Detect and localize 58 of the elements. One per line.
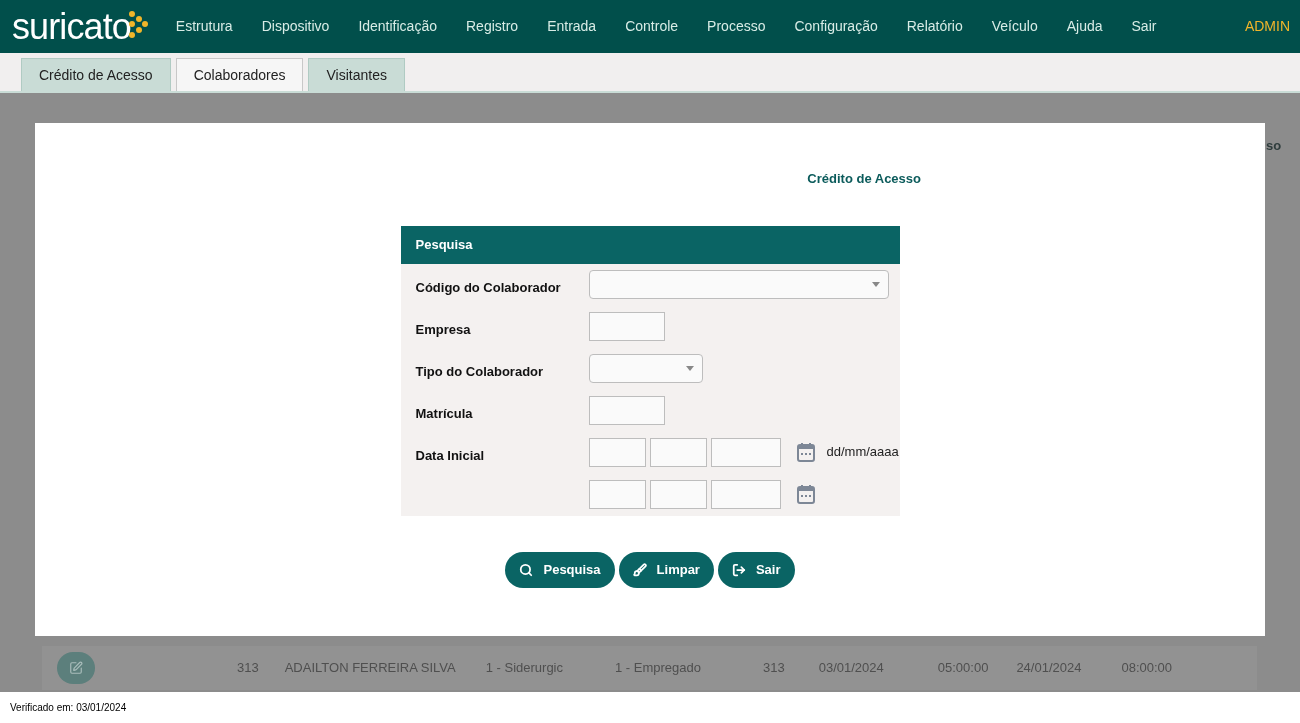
menu-link[interactable]: Configuração [794,16,878,37]
input-field[interactable] [588,479,646,509]
menu-link[interactable]: Registro [466,16,519,37]
menu-link[interactable]: Sair [1131,16,1157,37]
table-cell-text: 03/01/2024 [818,659,884,678]
input-field[interactable] [588,437,646,467]
table-cell-text: ADAILTON FERREIRA SILVA [284,659,456,678]
table-cell-text: 24/01/2024 [1016,659,1082,678]
panel-title: Pesquisa [415,235,473,254]
edit-icon [69,661,83,675]
menu-link[interactable]: Identificação [358,16,437,37]
action-button[interactable]: Pesquisa [505,551,615,588]
modal-title: Crédito de Acesso [807,170,921,188]
table-cell-text: 08:00:00 [1121,659,1173,678]
menu-link[interactable]: Estrutura [175,16,233,37]
table-cell-text: 1 - Empregado [615,659,701,678]
tab[interactable]: Visitantes [308,58,405,91]
search-icon [519,562,534,577]
menu-link[interactable]: Entrada [547,16,597,37]
caret-icon [685,365,694,371]
field-label: Matrícula [415,405,473,421]
input-field[interactable] [649,479,707,509]
menu-link[interactable]: Relatório [906,16,963,37]
field-label: Código do Colaborador [415,279,561,295]
field-label: Data Inicial [415,447,485,463]
verification-date: Verificado em: 03/01/2024 [10,701,127,715]
tab[interactable]: Colaboradores [175,58,304,91]
user-name[interactable]: ADMIN [1244,16,1290,37]
menu-link[interactable]: Controle [625,16,679,37]
input-field[interactable] [588,395,665,425]
edit-button[interactable] [57,652,95,684]
table-cell-text: 313 [763,659,785,678]
input-field[interactable] [588,311,665,341]
field-label: Tipo do Colaborador [415,363,544,379]
menu-link[interactable]: Veículo [991,16,1038,37]
field-label: Empresa [415,321,471,337]
dropdown-field[interactable] [588,269,889,299]
date-format-hint: dd/mm/aaaa [826,443,899,462]
logo[interactable]: suricato [12,8,131,45]
table-cell-text: 1 - Siderurgic [485,659,563,678]
menu-link[interactable]: Ajuda [1066,16,1103,37]
menu-link[interactable]: Dispositivo [261,16,330,37]
table-cell-text: 313 [237,659,259,678]
action-button[interactable]: Sair [717,551,795,588]
input-field[interactable] [649,437,707,467]
menu-link[interactable]: Processo [707,16,766,37]
exit-icon [731,562,746,577]
caret-icon [871,281,880,287]
input-field[interactable] [710,437,781,467]
action-button[interactable]: Limpar [618,551,714,588]
dropdown-field[interactable] [588,353,703,383]
table-cell-text: 05:00:00 [937,659,989,678]
background-text-fragment: so [1266,137,1282,155]
brush-icon [632,562,647,577]
calendar-icon[interactable] [796,442,815,462]
input-field[interactable] [710,479,781,509]
calendar-icon[interactable] [796,484,815,504]
tab[interactable]: Crédito de Acesso [21,58,171,91]
